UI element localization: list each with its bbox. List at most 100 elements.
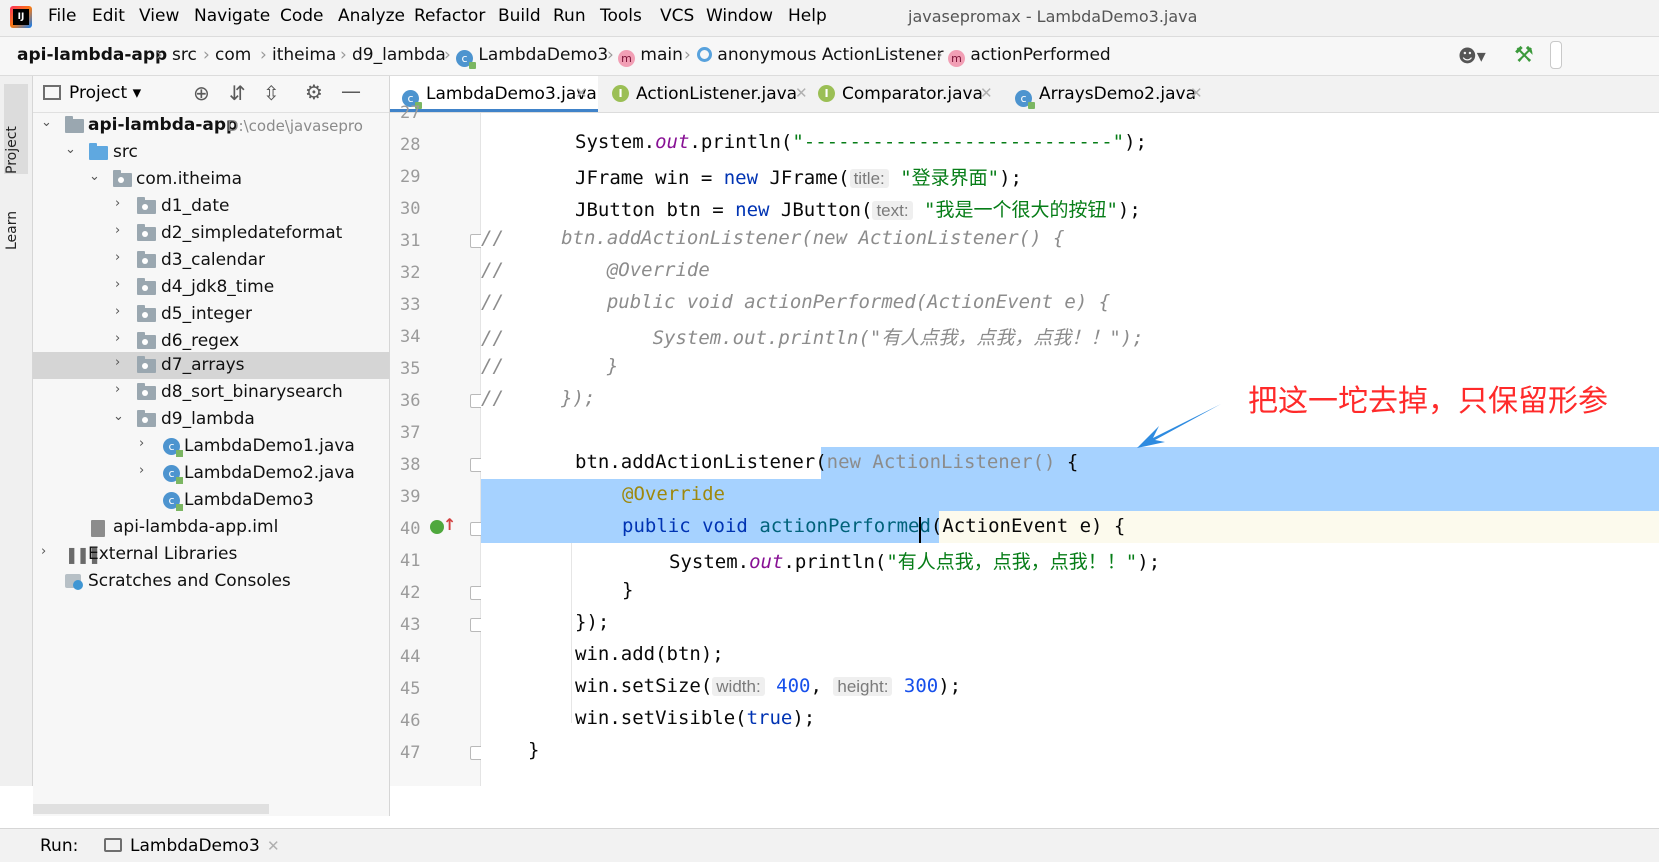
tree-item-package[interactable]: › d4_jdk8_time bbox=[33, 274, 389, 301]
chevron-down-icon[interactable]: ⌄ bbox=[65, 142, 76, 157]
chevron-right-icon[interactable]: › bbox=[139, 436, 144, 451]
menu-navigate[interactable]: Navigate bbox=[194, 6, 270, 26]
menu-file[interactable]: File bbox=[48, 6, 76, 26]
breadcrumb-class[interactable]: c LambdaDemo3 bbox=[456, 45, 608, 69]
chevron-right-icon[interactable]: › bbox=[115, 277, 120, 292]
tab-arraysdemo2[interactable]: c ArraysDemo2.java ✕ bbox=[1012, 76, 1217, 112]
chevron-right-icon[interactable]: › bbox=[115, 331, 120, 346]
tree-item-package[interactable]: › d5_integer bbox=[33, 301, 389, 328]
menu-edit[interactable]: Edit bbox=[92, 6, 125, 26]
breadcrumb-src[interactable]: src bbox=[172, 45, 197, 65]
override-arrow-icon[interactable]: ↑ bbox=[443, 515, 456, 534]
chevron-right-icon: › bbox=[684, 45, 691, 65]
package-icon bbox=[137, 305, 156, 322]
chevron-right-icon[interactable]: › bbox=[115, 382, 120, 397]
tree-item-package[interactable]: › d3_calendar bbox=[33, 247, 389, 274]
close-icon[interactable]: ✕ bbox=[575, 84, 588, 102]
breadcrumb-method[interactable]: m actionPerformed bbox=[948, 45, 1111, 67]
build-hammer-icon[interactable]: ⚒ bbox=[1514, 43, 1534, 68]
locate-file-icon[interactable]: ⊕ bbox=[193, 81, 210, 105]
tree-item-iml[interactable]: api-lambda-app.iml bbox=[33, 514, 389, 541]
chevron-down-icon[interactable]: ⌄ bbox=[89, 169, 100, 184]
close-icon[interactable]: ✕ bbox=[1190, 84, 1203, 102]
package-icon bbox=[137, 383, 156, 400]
expand-all-icon[interactable]: ⇵ bbox=[229, 81, 246, 105]
chevron-right-icon[interactable]: › bbox=[41, 544, 46, 559]
tree-item-package[interactable]: › d6_regex bbox=[33, 328, 389, 355]
menu-view[interactable]: View bbox=[139, 6, 179, 26]
class-icon: c bbox=[163, 438, 183, 457]
close-icon[interactable]: ✕ bbox=[980, 84, 993, 102]
tree-item-package[interactable]: › d1_date bbox=[33, 193, 389, 220]
menu-tools[interactable]: Tools bbox=[600, 6, 642, 26]
run-tab-lambdademo3[interactable]: LambdaDemo3 bbox=[130, 836, 260, 856]
tree-item-package[interactable]: ⌄ com.itheima bbox=[33, 166, 389, 193]
tab-label: ArraysDemo2.java bbox=[1039, 84, 1196, 104]
minimize-icon[interactable]: — bbox=[341, 79, 361, 103]
chevron-right-icon[interactable]: › bbox=[139, 463, 144, 478]
breadcrumb-project[interactable]: api-lambda-app bbox=[17, 45, 167, 65]
tree-item-class[interactable]: c LambdaDemo3 bbox=[33, 487, 389, 514]
parameter-hint: text: bbox=[872, 201, 913, 220]
chevron-right-icon: › bbox=[607, 45, 614, 65]
tree-item-class[interactable]: › c LambdaDemo1.java bbox=[33, 433, 389, 460]
project-tool-tab-label: Project bbox=[4, 126, 20, 174]
line-number: 44 bbox=[400, 647, 421, 667]
method-icon: m bbox=[948, 50, 965, 67]
editor-tab-bar: c LambdaDemo3.java ✕ I ActionListener.ja… bbox=[390, 76, 1659, 113]
gear-icon[interactable]: ⚙ bbox=[305, 80, 323, 104]
code-line-31: // btn.addActionListener(new ActionListe… bbox=[481, 227, 1065, 249]
module-folder-icon bbox=[65, 116, 84, 133]
chevron-down-icon[interactable]: ⌄ bbox=[113, 409, 124, 424]
chevron-right-icon[interactable]: › bbox=[115, 304, 120, 319]
tree-item-package[interactable]: ⌄ d9_lambda bbox=[33, 406, 389, 433]
tree-root[interactable]: ⌄ api-lambda-app D:\code\javasepro bbox=[33, 112, 389, 139]
tab-comparator[interactable]: I Comparator.java ✕ bbox=[815, 76, 1000, 112]
tree-item-external-libraries[interactable]: › ❚❚❚ External Libraries bbox=[33, 541, 389, 568]
breadcrumb-com[interactable]: com bbox=[215, 45, 251, 65]
code-line-32: // @Override bbox=[481, 259, 710, 281]
implements-method-icon[interactable] bbox=[430, 520, 444, 534]
tree-item-class[interactable]: › c LambdaDemo2.java bbox=[33, 460, 389, 487]
tree-item-scratches[interactable]: Scratches and Consoles bbox=[33, 568, 389, 595]
chevron-down-icon[interactable]: ⌄ bbox=[41, 115, 52, 130]
project-tool-tab[interactable]: Project bbox=[4, 84, 28, 174]
project-horizontal-scrollbar[interactable] bbox=[33, 804, 269, 814]
package-icon bbox=[137, 332, 156, 349]
collapse-all-icon[interactable]: ⇳ bbox=[263, 81, 280, 105]
tree-item-package[interactable]: › d8_sort_binarysearch bbox=[33, 379, 389, 406]
tree-item-package-selected[interactable]: › d7_arrays bbox=[33, 352, 389, 379]
chevron-right-icon[interactable]: › bbox=[115, 355, 120, 370]
chevron-right-icon[interactable]: › bbox=[115, 223, 120, 238]
breadcrumb-anonymous[interactable]: anonymous ActionListener bbox=[697, 45, 943, 65]
code-editor[interactable]: System.out.println("--------------------… bbox=[481, 113, 1659, 786]
close-icon[interactable]: ✕ bbox=[795, 84, 808, 102]
menu-build[interactable]: Build bbox=[498, 6, 541, 26]
tab-actionlistener[interactable]: I ActionListener.java ✕ bbox=[600, 76, 808, 112]
menu-refactor[interactable]: Refactor bbox=[414, 6, 485, 26]
tree-item-package[interactable]: › d2_simpledateformat bbox=[33, 220, 389, 247]
breadcrumb-itheima[interactable]: itheima bbox=[272, 45, 336, 65]
project-view-selector[interactable]: Project ▾ bbox=[69, 83, 141, 103]
class-icon: c bbox=[163, 465, 183, 484]
menu-help[interactable]: Help bbox=[788, 6, 827, 26]
tree-item-label: d8_sort_binarysearch bbox=[161, 382, 343, 402]
menu-vcs[interactable]: VCS bbox=[660, 6, 694, 26]
tree-item-src[interactable]: ⌄ src bbox=[33, 139, 389, 166]
breadcrumb-main[interactable]: m main bbox=[618, 45, 683, 67]
user-dropdown-icon[interactable]: ☻▾ bbox=[1458, 46, 1486, 67]
line-number: 41 bbox=[400, 551, 421, 571]
parameter-hint: width: bbox=[712, 677, 765, 696]
menu-run[interactable]: Run bbox=[553, 6, 586, 26]
menu-analyze[interactable]: Analyze bbox=[338, 6, 405, 26]
learn-tool-tab[interactable]: Learn bbox=[4, 180, 28, 250]
menu-code[interactable]: Code bbox=[280, 6, 324, 26]
project-view-icon bbox=[43, 85, 61, 100]
chevron-right-icon[interactable]: › bbox=[115, 250, 120, 265]
scratches-badge-icon bbox=[73, 580, 83, 590]
chevron-right-icon[interactable]: › bbox=[115, 196, 120, 211]
run-config-selector[interactable] bbox=[1550, 41, 1562, 69]
menu-window[interactable]: Window bbox=[706, 6, 773, 26]
breadcrumb-d9-lambda[interactable]: d9_lambda bbox=[352, 45, 446, 65]
close-icon[interactable]: ✕ bbox=[267, 837, 280, 855]
